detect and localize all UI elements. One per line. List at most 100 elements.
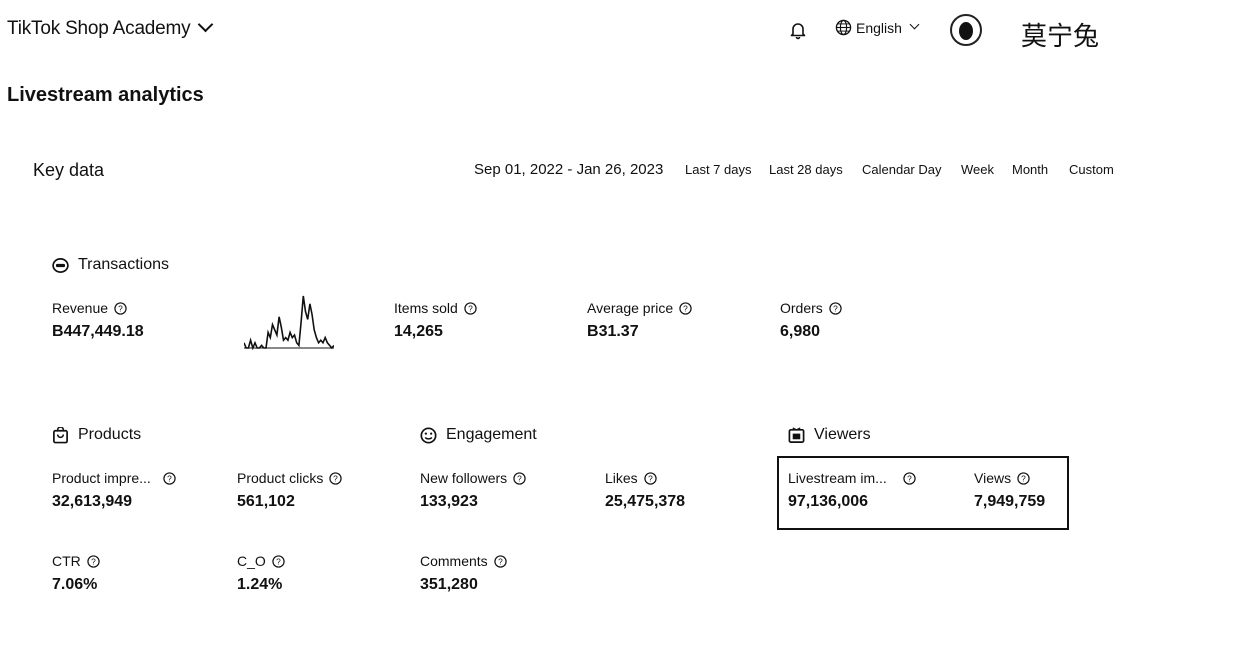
svg-text:?: ? — [118, 303, 123, 313]
orders-label-row: Orders ? — [780, 300, 842, 316]
chevron-down-icon — [909, 19, 920, 30]
product-impressions-value: 32,613,949 — [52, 493, 133, 510]
views-label-row: Views ? — [974, 470, 1030, 486]
revenue-label: Revenue — [52, 300, 109, 316]
date-range-picker[interactable]: Sep 01, 2022 - Jan 26, 2023 — [474, 161, 663, 178]
svg-text:?: ? — [334, 473, 339, 483]
range-custom[interactable]: Custom — [1067, 162, 1116, 177]
help-icon[interactable]: ? — [87, 554, 100, 568]
comments-label-row: Comments ? — [420, 553, 507, 569]
engagement-title: Engagement — [446, 426, 537, 443]
help-icon[interactable]: ? — [679, 301, 692, 315]
help-icon[interactable]: ? — [513, 471, 526, 485]
engagement-header: Engagement — [420, 426, 537, 444]
currency-symbol: B — [52, 323, 64, 340]
comments-label: Comments — [420, 553, 488, 569]
app-title-text: TikTok Shop Academy — [7, 18, 191, 39]
product-clicks-value: 561,102 — [237, 493, 295, 510]
transactions-header: Transactions — [52, 256, 169, 274]
likes-label: Likes — [605, 470, 638, 486]
app-title[interactable]: TikTok Shop Academy — [7, 16, 214, 40]
comments-value: 351,280 — [420, 576, 478, 593]
globe-icon — [835, 19, 852, 36]
svg-text:?: ? — [648, 473, 653, 483]
help-icon[interactable]: ? — [494, 554, 507, 568]
revenue-number: 447,449.18 — [63, 323, 144, 340]
range-month[interactable]: Month — [1010, 162, 1050, 177]
help-icon[interactable]: ? — [1017, 471, 1030, 485]
help-icon[interactable]: ? — [114, 301, 127, 315]
average-price-value: B31.37 — [587, 323, 639, 341]
viewers-header: Viewers — [788, 426, 871, 444]
help-icon[interactable]: ? — [329, 471, 343, 485]
co-label: C_O — [237, 553, 266, 569]
new-followers-value: 133,923 — [420, 493, 478, 510]
help-icon[interactable]: ? — [272, 554, 285, 568]
orders-value: 6,980 — [780, 323, 821, 340]
live-screen-icon — [788, 426, 805, 443]
svg-text:?: ? — [907, 473, 912, 483]
help-icon[interactable]: ? — [644, 471, 657, 485]
username[interactable]: 莫宁兔 — [1021, 16, 1099, 53]
product-clicks-label: Product clicks — [237, 470, 324, 486]
co-value: 1.24% — [237, 576, 283, 593]
revenue-sparkline — [244, 295, 334, 350]
svg-text:?: ? — [91, 556, 96, 566]
coin-icon — [52, 257, 69, 273]
revenue-label-row: Revenue ? — [52, 300, 127, 316]
sparkline-line — [244, 295, 334, 350]
currency-symbol: B — [587, 323, 599, 340]
language-selector[interactable]: English — [835, 19, 920, 36]
bell-icon[interactable] — [788, 20, 808, 40]
co-label-row: C_O ? — [237, 553, 285, 569]
svg-text:?: ? — [167, 473, 172, 483]
range-last-28-days[interactable]: Last 28 days — [767, 162, 845, 177]
svg-text:?: ? — [498, 556, 503, 566]
items-sold-label-row: Items sold ? — [394, 300, 477, 316]
svg-text:?: ? — [1021, 473, 1026, 483]
range-last-7-days[interactable]: Last 7 days — [683, 162, 754, 177]
language-label: English — [856, 19, 902, 36]
viewers-title: Viewers — [814, 426, 871, 443]
transactions-title: Transactions — [78, 256, 169, 273]
product-impressions-label: Product impre... — [52, 470, 151, 486]
help-icon[interactable]: ? — [163, 471, 176, 485]
product-impressions-label-row: Product impre... ? — [52, 470, 176, 486]
likes-value: 25,475,378 — [605, 493, 686, 510]
average-price-label: Average price — [587, 300, 674, 316]
items-sold-value: 14,265 — [394, 323, 443, 340]
page-title: Livestream analytics — [7, 84, 204, 106]
livestream-impressions-value: 97,136,006 — [788, 493, 869, 510]
average-price-number: 31.37 — [598, 323, 639, 340]
svg-text:?: ? — [517, 473, 522, 483]
product-clicks-label-row: Product clicks ? — [237, 470, 343, 486]
ctr-label: CTR — [52, 553, 81, 569]
new-followers-label: New followers — [420, 470, 508, 486]
svg-text:?: ? — [468, 303, 473, 313]
chevron-down-icon — [198, 16, 214, 33]
svg-text:?: ? — [833, 303, 838, 313]
shopping-bag-icon — [53, 426, 68, 443]
items-sold-label: Items sold — [394, 300, 458, 316]
views-value: 7,949,759 — [974, 493, 1046, 510]
livestream-impressions-label-row: Livestream im... ? — [788, 470, 916, 486]
views-label: Views — [974, 470, 1012, 486]
ctr-label-row: CTR ? — [52, 553, 100, 569]
orders-label: Orders — [780, 300, 823, 316]
range-calendar-day[interactable]: Calendar Day — [860, 162, 944, 177]
likes-label-row: Likes ? — [605, 470, 657, 486]
range-week[interactable]: Week — [959, 162, 996, 177]
smiley-icon — [420, 426, 437, 444]
help-icon[interactable]: ? — [464, 301, 477, 315]
livestream-impressions-label: Livestream im... — [788, 470, 887, 486]
average-price-label-row: Average price ? — [587, 300, 692, 316]
products-header: Products — [52, 426, 141, 444]
svg-text:?: ? — [276, 556, 281, 566]
products-title: Products — [78, 426, 142, 443]
revenue-value: B447,449.18 — [52, 323, 144, 341]
key-data-title: Key data — [33, 160, 105, 180]
help-icon[interactable]: ? — [829, 301, 842, 315]
avatar[interactable] — [950, 14, 982, 46]
help-icon[interactable]: ? — [903, 471, 916, 485]
svg-text:?: ? — [683, 303, 688, 313]
